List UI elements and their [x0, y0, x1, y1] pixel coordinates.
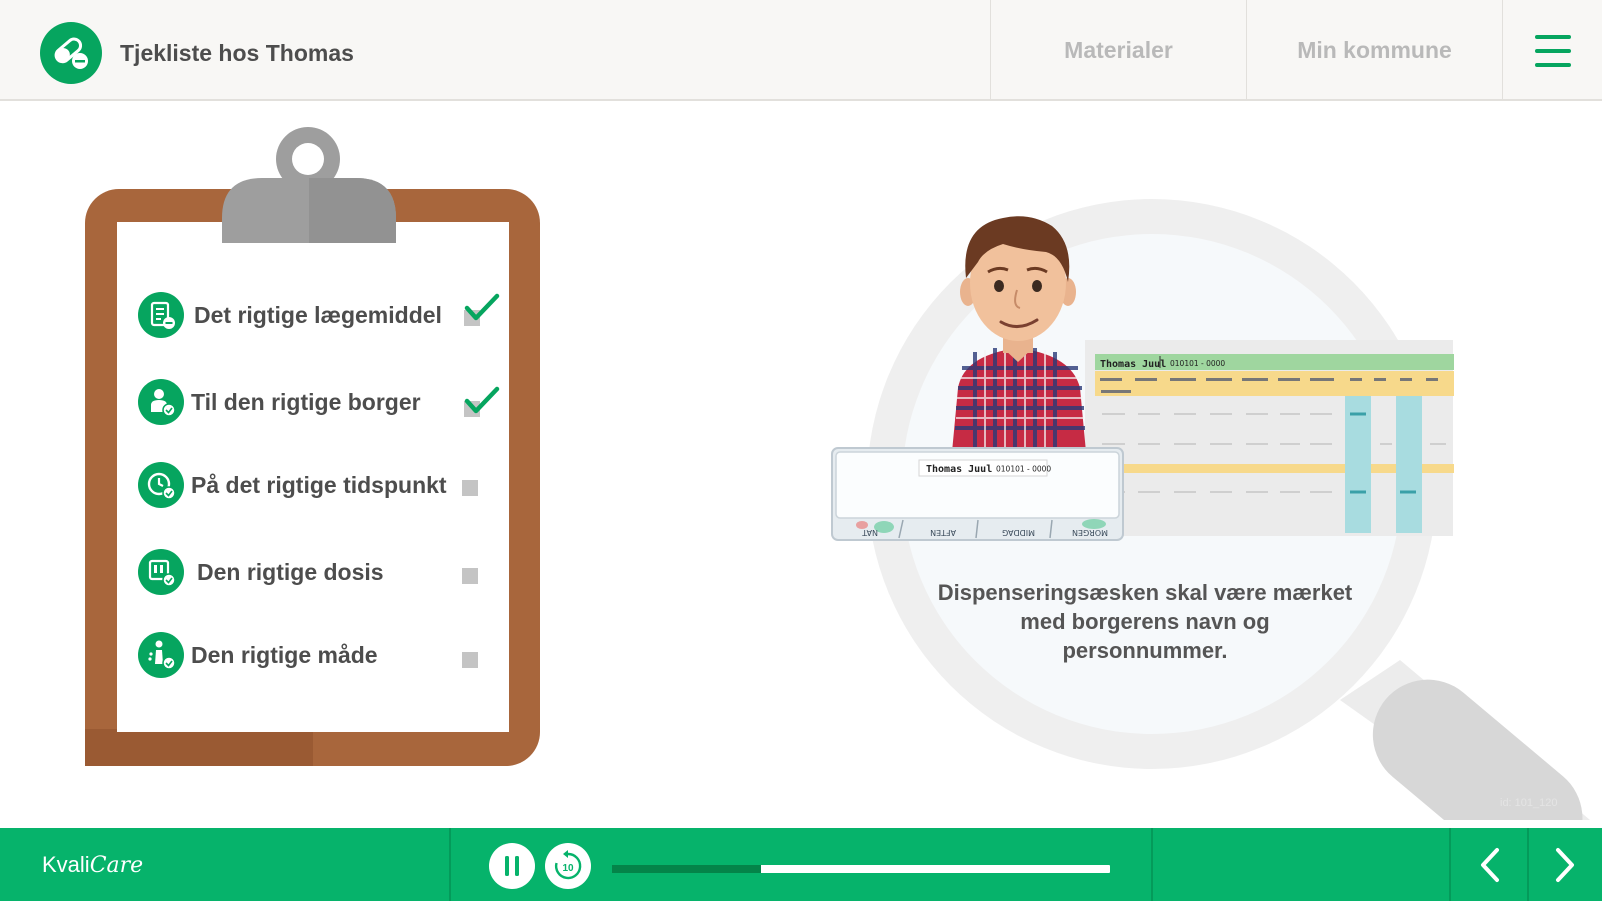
pillbox-cpr: 010101 - 0000	[996, 465, 1051, 474]
previous-button[interactable]	[1450, 828, 1530, 901]
medication-list-icon	[138, 292, 184, 338]
kvalicare-logo: KvaliCare	[42, 852, 143, 878]
card-cpr: 010101 - 0000	[1170, 359, 1225, 368]
app-root: Tjekliste hos Thomas Materialer Min komm…	[0, 0, 1602, 901]
citizen-icon	[138, 379, 184, 425]
compartment-morgen: MORGEN	[1072, 528, 1108, 537]
checkbox	[462, 480, 478, 496]
hamburger-icon	[1534, 34, 1571, 67]
pill-dispenser-box: Thomas Juul 010101 - 0000 NAT AFTEN MIDD…	[831, 447, 1124, 541]
hamburger-menu-button[interactable]	[1502, 0, 1602, 101]
clock-icon	[138, 462, 184, 508]
person-method-icon	[138, 632, 184, 678]
magnifier-scene: Thomas Juul 010101 - 0000 Thomas Juul 01…	[831, 199, 1590, 820]
medication-card: Thomas Juul 010101 - 0000	[1085, 340, 1454, 536]
checklist-item-time[interactable]: På det rigtige tidspunkt	[138, 460, 498, 510]
tab-materials[interactable]: Materialer	[990, 0, 1246, 101]
chevron-right-icon	[1556, 847, 1574, 882]
checklist-label: Til den rigtige borger	[191, 389, 421, 415]
card-name: Thomas Juul	[1100, 359, 1166, 370]
tab-min-kommune[interactable]: Min kommune	[1246, 0, 1502, 101]
checkbox	[462, 652, 478, 668]
progress-bar[interactable]	[612, 865, 1110, 873]
checklist-item-citizen[interactable]: Til den rigtige borger	[138, 377, 500, 427]
checklist-label: Den rigtige måde	[191, 642, 378, 668]
footer-divider	[449, 828, 451, 901]
pause-icon	[505, 856, 519, 876]
svg-text:10: 10	[562, 863, 574, 874]
checklist-item-medicine[interactable]: Det rigtige lægemiddel	[138, 290, 500, 340]
pillbox-name: Thomas Juul	[926, 464, 992, 475]
next-button[interactable]	[1528, 828, 1602, 901]
pause-button[interactable]	[489, 843, 535, 889]
brand-right: Care	[89, 853, 144, 878]
checklist-item-method[interactable]: Den rigtige måde	[138, 630, 498, 680]
checklist-label: Det rigtige lægemiddel	[194, 302, 442, 328]
checkbox	[462, 568, 478, 584]
checklist-label: På det rigtige tidspunkt	[191, 472, 447, 498]
checklist-label: Den rigtige dosis	[197, 559, 384, 585]
checklist-clipboard: Det rigtige lægemiddel Til den rigtige b…	[0, 0, 600, 800]
rewind-10-button[interactable]: 10	[545, 843, 591, 889]
scene-caption: Dispenseringsæsken skal være mærket med …	[937, 580, 1353, 663]
compartment-aften: AFTEN	[930, 528, 956, 537]
rewind-10-icon: 10	[554, 850, 582, 880]
checkmark-icon	[464, 386, 500, 414]
compartment-middag: MIDDAG	[1002, 528, 1035, 537]
dose-icon	[138, 549, 184, 595]
slide-id: id: 101_120	[1500, 797, 1558, 809]
compartment-nat: NAT	[862, 528, 878, 537]
footer-divider	[1151, 828, 1153, 901]
progress-fill	[612, 865, 762, 873]
checkmark-icon	[464, 293, 500, 321]
brand-left: Kvali	[42, 852, 90, 877]
chevron-left-icon	[1481, 847, 1499, 882]
checklist-item-dose[interactable]: Den rigtige dosis	[138, 547, 498, 597]
